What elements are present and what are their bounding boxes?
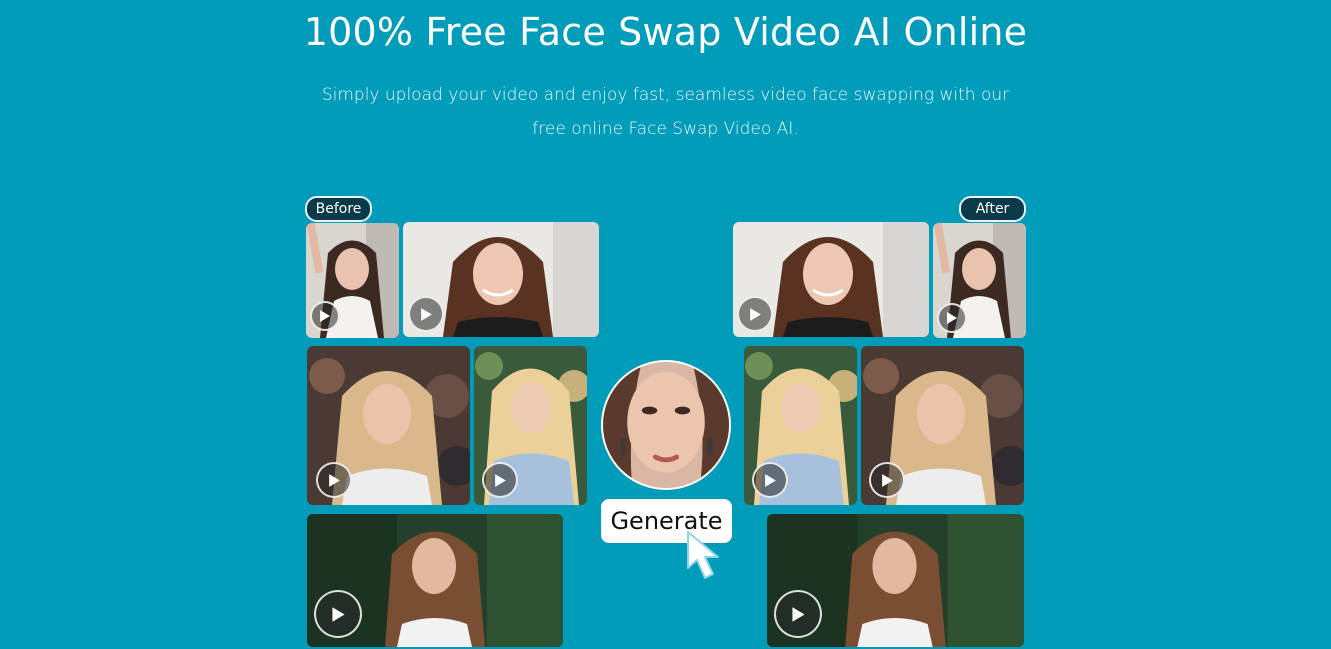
play-icon [494,473,506,487]
face-swap-hero-section: 100% Free Face Swap Video AI Online Simp… [0,0,1331,649]
play-button[interactable] [937,303,967,333]
before-video-thumb-4[interactable] [474,346,587,505]
play-icon [881,473,893,487]
play-button[interactable] [408,296,444,332]
play-icon [749,307,761,321]
play-icon [331,606,345,622]
after-video-thumb-4[interactable] [861,346,1024,505]
after-video-thumb-1[interactable] [733,222,929,337]
before-video-thumb-1[interactable] [306,223,399,338]
face-portrait [603,362,729,488]
before-video-thumb-3[interactable] [307,346,470,505]
play-button[interactable] [310,301,340,331]
hand-pointer-icon [687,531,719,579]
after-video-thumb-5[interactable] [767,514,1024,647]
before-video-thumb-2[interactable] [403,222,599,337]
play-button[interactable] [316,462,352,498]
play-icon [764,473,776,487]
play-icon [420,307,432,321]
play-icon [947,312,957,324]
play-button[interactable] [737,296,773,332]
after-video-thumb-3[interactable] [744,346,857,505]
source-face-image [601,360,731,490]
play-icon [320,310,330,322]
play-button[interactable] [752,462,788,498]
before-video-thumb-5[interactable] [307,514,563,647]
before-label: Before [305,196,372,222]
after-video-thumb-2[interactable] [933,223,1026,338]
play-button[interactable] [869,462,905,498]
play-button[interactable] [482,462,518,498]
play-icon [328,473,340,487]
play-button[interactable] [314,590,362,638]
play-icon [791,606,805,622]
page-title: 100% Free Face Swap Video AI Online [303,10,1028,54]
after-label: After [959,196,1026,222]
play-button[interactable] [774,590,822,638]
page-subtitle: Simply upload your video and enjoy fast,… [321,85,1010,139]
